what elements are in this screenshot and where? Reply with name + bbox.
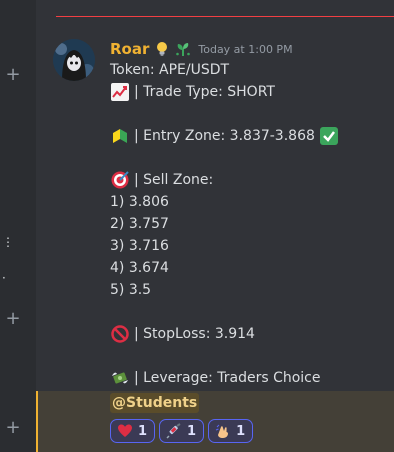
sell-zone-text: | Sell Zone: [134,172,214,188]
entry-zone-text: | Entry Zone: 3.837-3.868 [134,128,315,144]
sell-target-4: 4) 3.674 [110,257,169,279]
timestamp: Today at 1:00 PM [198,42,293,56]
hand-icon [215,424,229,438]
new-messages-divider [56,16,394,17]
sell-target-text: 1) 3.806 [110,194,169,210]
reaction-syringe[interactable]: 1 [159,419,205,443]
avatar[interactable] [53,39,95,81]
add-icon[interactable]: + [5,310,21,328]
leverage-text: | Leverage: Traders Choice [134,370,321,386]
mention-highlight-bar [36,391,38,452]
sell-target-text: 3) 3.716 [110,238,169,254]
add-icon[interactable]: + [5,66,21,84]
reaction-count: 1 [187,423,197,439]
sell-target-5: 5) 3.5 [110,279,151,301]
message-line-trade-type: | Trade Type: SHORT [110,81,275,103]
chart-increasing-icon [111,83,129,101]
trade-type-text: | Trade Type: SHORT [134,84,275,100]
reactions-bar: 1 1 1 [110,419,254,443]
money-with-wings-icon [112,372,128,384]
sprout-icon [176,43,191,56]
rail-dots: · [2,271,6,285]
token-text: Token: APE/USDT [110,62,230,78]
prohibited-icon [111,325,129,343]
sell-target-text: 5) 3.5 [110,282,152,298]
stoploss-text: | StopLoss: 3.914 [134,326,255,342]
message-header: Roar Today at 1:00 PM [110,39,293,59]
check-mark-icon [319,127,338,145]
sell-target-text: 2) 3.757 [110,216,169,232]
reaction-hand[interactable]: 1 [208,419,254,443]
username[interactable]: Roar [110,40,149,58]
message-line-token: Token: APE/USDT [110,59,229,81]
message-line-entry-zone: | Entry Zone: 3.837-3.868 [110,125,339,147]
role-mention[interactable]: @Students [110,393,200,413]
reaction-heart[interactable]: 1 [110,419,156,443]
heart-icon [118,424,132,437]
syringe-icon [166,423,181,439]
sell-target-2: 2) 3.757 [110,213,169,235]
message-line-leverage: | Leverage: Traders Choice [110,367,320,389]
message-line-stoploss: | StopLoss: 3.914 [110,323,255,345]
sell-target-text: 4) 3.674 [110,260,169,276]
lightbulb-icon [157,42,168,56]
sell-target-1: 1) 3.806 [110,191,169,213]
rail-dots: ⋮ [2,235,14,249]
sell-target-3: 3) 3.716 [110,235,169,257]
beginner-icon [113,129,127,143]
target-icon [111,171,129,189]
reaction-count: 1 [138,423,148,439]
add-icon[interactable]: + [5,419,21,437]
reaction-count: 1 [236,423,246,439]
message-line-sell-zone: | Sell Zone: [110,169,213,191]
